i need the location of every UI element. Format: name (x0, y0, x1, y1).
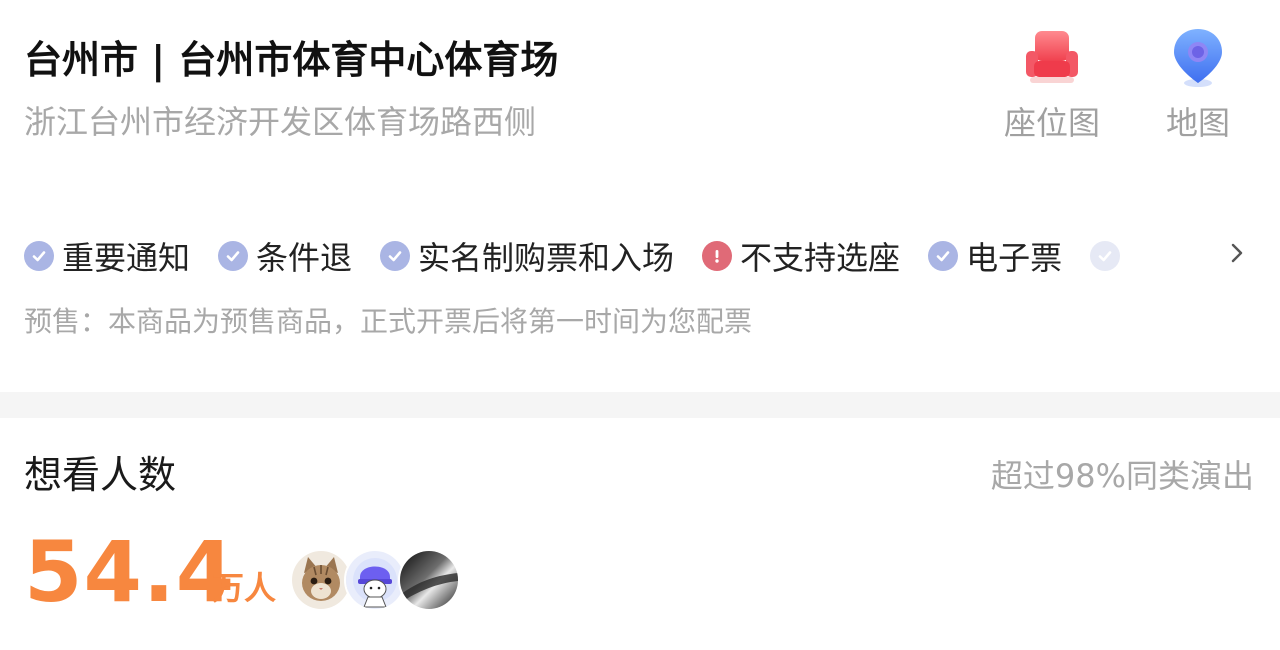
tag-faded[interactable] (1090, 241, 1128, 271)
avatar-dark-photo (398, 549, 460, 611)
tag-label: 电子票 (966, 239, 1063, 277)
exclamation-circle-icon (702, 241, 733, 271)
want-to-see-count: 54.4 (24, 523, 236, 621)
want-to-see-unit: 万人 (212, 569, 277, 607)
tag-label: 实名制购票和入场 (418, 239, 675, 277)
tag-no-seat-selection[interactable]: 不支持选座 (702, 233, 900, 279)
tag-label: 重要通知 (62, 239, 191, 277)
tag-e-ticket[interactable]: 电子票 (928, 233, 1062, 279)
tag-label: 不支持选座 (740, 239, 901, 277)
want-to-see-section: 想看人数 超过98%同类演出 54.4 万人 (0, 418, 1280, 650)
event-detail-page: 台州市 | 台州市体育中心体育场 浙江台州市经济开发区体育场路西侧 座位图 地图… (0, 0, 1280, 650)
venue-section: 台州市 | 台州市体育中心体育场 浙江台州市经济开发区体育场路西侧 座位图 地图… (0, 0, 1280, 392)
service-tags: 重要通知 条件退 实名制购票和入场 不支持选座 电子票 (24, 232, 1224, 280)
chevron-right-icon (1227, 241, 1247, 269)
tag-conditional-refund[interactable]: 条件退 (218, 233, 352, 279)
avatar-cartoon-boy (344, 549, 406, 611)
map-label: 地图 (1165, 104, 1230, 142)
seat-map-label: 座位图 (1003, 104, 1100, 142)
check-circle-icon (928, 241, 959, 271)
tags-fade-overlay (1130, 222, 1230, 292)
map-pin-icon (1163, 22, 1233, 92)
venue-address: 浙江台州市经济开发区体育场路西侧 (24, 103, 537, 141)
avatar-kitten (290, 549, 352, 611)
want-to-see-rank: 超过98%同类演出 (990, 457, 1254, 495)
seat-icon (1017, 22, 1087, 92)
check-circle-icon (1090, 241, 1121, 271)
map-button[interactable]: 地图 (1138, 22, 1258, 150)
tags-more-button[interactable] (1222, 240, 1252, 270)
check-circle-icon (218, 241, 249, 271)
presale-note: 预售：本商品为预售商品，正式开票后将第一时间为您配票 (24, 305, 753, 338)
venue-title: 台州市 | 台州市体育中心体育场 (24, 38, 559, 82)
section-divider (0, 392, 1280, 418)
check-circle-icon (24, 241, 54, 271)
want-to-see-title: 想看人数 (24, 453, 177, 497)
seat-map-button[interactable]: 座位图 (992, 22, 1112, 150)
avatar-stack[interactable] (290, 549, 460, 611)
tag-real-name[interactable]: 实名制购票和入场 (380, 233, 674, 279)
tag-label: 条件退 (256, 239, 353, 277)
tag-important-notice[interactable]: 重要通知 (24, 233, 190, 279)
check-circle-icon (380, 241, 411, 271)
